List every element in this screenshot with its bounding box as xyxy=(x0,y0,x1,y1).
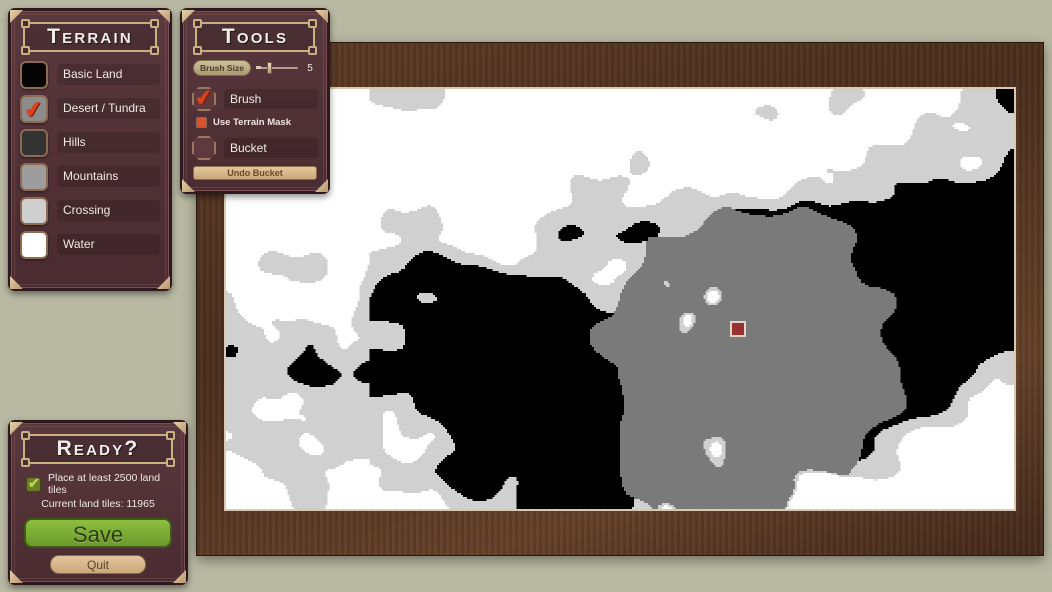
title-nub-ornament xyxy=(193,19,202,28)
current-tiles-text: Current land tiles: 11965 xyxy=(41,498,155,510)
map-canvas[interactable] xyxy=(226,89,1014,509)
terrain-swatch[interactable] xyxy=(20,60,48,89)
title-nub-ornament xyxy=(308,19,317,28)
tool-brush[interactable]: ✔ Brush xyxy=(192,86,318,112)
title-nub-ornament xyxy=(166,431,175,440)
terrain-item-desert-tundra[interactable]: ✔ Desert / Tundra xyxy=(20,94,160,123)
terrain-panel: Terrain Basic Land ✔ Desert / Tundra Hills M… xyxy=(8,8,172,291)
terrain-swatch[interactable] xyxy=(20,128,48,157)
terrain-item-basic-land[interactable]: Basic Land xyxy=(20,60,160,89)
panel-corner-ornament xyxy=(315,179,328,192)
terrain-swatch[interactable] xyxy=(20,230,48,259)
terrain-item-water[interactable]: Water xyxy=(20,230,160,259)
ready-panel: Ready? Place at least 2500 land tiles Cu… xyxy=(8,420,188,585)
tools-panel: Tools Brush Size 5 ✔ Brush Use Terrain M… xyxy=(180,8,330,194)
terrain-panel-title-box: Terrain xyxy=(21,19,159,55)
terrain-panel-title: Terrain xyxy=(47,25,133,48)
terrain-swatch[interactable] xyxy=(20,162,48,191)
title-nub-ornament xyxy=(150,46,159,55)
tool-bucket[interactable]: Bucket xyxy=(192,135,318,161)
tool-terrain-mask[interactable]: Use Terrain Mask xyxy=(196,117,316,128)
brush-size-value: 5 xyxy=(307,62,313,74)
terrain-item-label: Mountains xyxy=(57,166,160,187)
terrain-item-hills[interactable]: Hills xyxy=(20,128,160,157)
terrain-item-label: Desert / Tundra xyxy=(57,98,160,119)
map-viewport[interactable] xyxy=(224,87,1016,511)
panel-corner-ornament xyxy=(182,179,195,192)
brush-size-control: Brush Size 5 xyxy=(193,60,317,76)
tool-brush-label: Brush xyxy=(224,89,318,109)
title-nub-ornament xyxy=(21,46,30,55)
terrain-item-label: Crossing xyxy=(57,200,160,221)
terrain-item-mountains[interactable]: Mountains xyxy=(20,162,160,191)
slider-min-tick xyxy=(255,66,261,69)
requirement-text: Place at least 2500 land tiles xyxy=(48,472,161,496)
ready-panel-title: Ready? xyxy=(56,437,140,460)
title-nub-ornament xyxy=(193,46,202,55)
title-nub-ornament xyxy=(21,458,30,467)
tools-panel-title-box: Tools xyxy=(193,19,317,55)
slider-knob[interactable] xyxy=(266,62,272,74)
requirement-met-icon xyxy=(26,475,41,492)
title-nub-ornament xyxy=(21,19,30,28)
checkmark-icon: ✔ xyxy=(22,95,45,123)
undo-bucket-button[interactable]: Undo Bucket xyxy=(193,166,317,180)
brush-checkbox[interactable]: ✔ xyxy=(192,87,216,111)
terrain-list: Basic Land ✔ Desert / Tundra Hills Mountains… xyxy=(18,60,162,259)
tool-bucket-label: Bucket xyxy=(224,138,318,158)
terrain-swatch[interactable] xyxy=(20,196,48,225)
terrain-mask-label: Use Terrain Mask xyxy=(213,117,291,128)
terrain-mask-checkbox[interactable] xyxy=(196,117,207,128)
tools-panel-title: Tools xyxy=(221,25,289,48)
ready-panel-title-box: Ready? xyxy=(21,431,175,467)
checkmark-icon: ✔ xyxy=(193,85,215,112)
app-root: Terrain Basic Land ✔ Desert / Tundra Hills M… xyxy=(0,0,1052,592)
brush-size-slider[interactable] xyxy=(255,62,298,74)
panel-corner-ornament xyxy=(10,570,23,583)
requirement-row: Place at least 2500 land tiles xyxy=(26,472,174,496)
quit-button[interactable]: Quit xyxy=(50,555,146,574)
brush-size-label: Brush Size xyxy=(193,60,251,76)
panel-corner-ornament xyxy=(10,276,23,289)
terrain-swatch[interactable]: ✔ xyxy=(20,94,48,123)
save-button[interactable]: Save xyxy=(24,518,172,548)
panel-corner-ornament xyxy=(157,276,170,289)
panel-corner-ornament xyxy=(173,570,186,583)
terrain-item-label: Hills xyxy=(57,132,160,153)
slider-track xyxy=(255,67,298,69)
title-nub-ornament xyxy=(308,46,317,55)
terrain-item-crossing[interactable]: Crossing xyxy=(20,196,160,225)
terrain-item-label: Water xyxy=(57,234,160,255)
title-nub-ornament xyxy=(21,431,30,440)
bucket-checkbox[interactable] xyxy=(192,136,216,160)
title-nub-ornament xyxy=(166,458,175,467)
title-nub-ornament xyxy=(150,19,159,28)
terrain-item-label: Basic Land xyxy=(57,64,160,85)
